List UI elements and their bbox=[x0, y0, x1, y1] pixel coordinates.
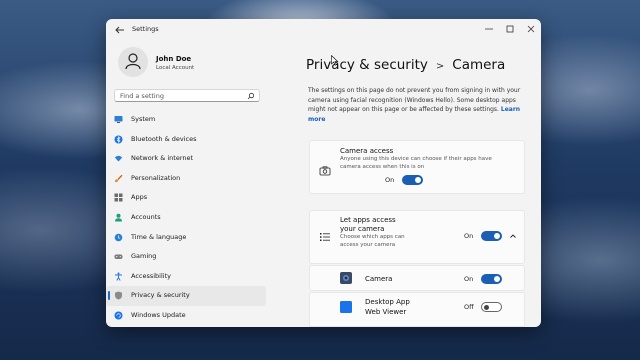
sidebar-item-personalization[interactable]: Personalization bbox=[106, 169, 268, 189]
sidebar-item-label: System bbox=[131, 115, 156, 123]
back-arrow-icon[interactable] bbox=[114, 24, 126, 36]
camera-access-state: On bbox=[385, 176, 395, 184]
sidebar-item-label: Time & language bbox=[131, 232, 187, 241]
mouse-cursor-icon bbox=[331, 55, 339, 66]
shield-icon bbox=[115, 291, 122, 300]
app-row-desktop-web-viewer: Desktop App Web Viewer Off bbox=[309, 292, 525, 327]
sidebar-item-bluetooth[interactable]: Bluetooth & devices bbox=[106, 130, 268, 150]
camera-access-card: Camera access Anyone using this device c… bbox=[309, 140, 525, 194]
avatar[interactable] bbox=[118, 47, 148, 77]
breadcrumb-separator: > bbox=[435, 61, 445, 72]
desktop-web-viewer-toggle[interactable] bbox=[481, 302, 502, 312]
user-icon bbox=[125, 53, 141, 70]
user-name: John Doe bbox=[156, 55, 192, 63]
sidebar-item-label: Windows Update bbox=[131, 310, 186, 319]
let-apps-access-card[interactable]: Let apps access your camera Choose which… bbox=[309, 210, 525, 264]
list-settings-icon bbox=[320, 233, 330, 241]
bluetooth-icon bbox=[114, 135, 123, 144]
sidebar-item-system[interactable]: System bbox=[106, 110, 268, 130]
toggle-knob bbox=[494, 276, 500, 282]
maximize-icon bbox=[506, 25, 514, 33]
camera-access-title: Camera access bbox=[340, 147, 394, 155]
app-state: On bbox=[464, 275, 474, 283]
title-bar: Settings bbox=[106, 19, 541, 41]
let-apps-toggle[interactable] bbox=[481, 231, 502, 241]
camera-access-toggle[interactable] bbox=[402, 175, 423, 185]
brush-icon bbox=[115, 174, 123, 182]
sidebar-item-time-language[interactable]: Time & language bbox=[106, 228, 268, 248]
let-apps-subtitle: Choose which apps can access your camera bbox=[340, 234, 405, 248]
toggle-knob bbox=[484, 304, 489, 310]
gamepad-icon bbox=[114, 254, 123, 260]
accessibility-icon bbox=[115, 272, 122, 281]
search-placeholder: Find a setting bbox=[120, 92, 164, 100]
let-apps-state: On bbox=[464, 232, 474, 240]
globe-clock-icon bbox=[114, 233, 123, 241]
sidebar-item-privacy-security[interactable]: Privacy & security bbox=[106, 286, 266, 306]
camera-icon bbox=[319, 166, 331, 176]
sidebar-item-label: Gaming bbox=[131, 252, 157, 261]
camera-access-subtitle: Anyone using this device can choose if t… bbox=[340, 156, 492, 170]
camera-app-toggle[interactable] bbox=[481, 274, 502, 284]
app-state: Off bbox=[464, 303, 474, 311]
sidebar-item-accessibility[interactable]: Accessibility bbox=[106, 267, 268, 287]
close-icon bbox=[527, 25, 535, 33]
monitor-icon bbox=[114, 116, 123, 123]
maximize-button[interactable] bbox=[499, 22, 521, 36]
app-name: Desktop App Web Viewer bbox=[365, 298, 410, 316]
search-input[interactable]: Find a setting bbox=[114, 89, 260, 102]
sidebar-nav: System Bluetooth & devices Network & int… bbox=[106, 110, 268, 326]
chevron-up-icon[interactable] bbox=[509, 232, 517, 240]
app-name: Camera bbox=[365, 275, 393, 283]
settings-window: Settings John Doe Local Account Find a s… bbox=[106, 19, 541, 327]
minimize-icon bbox=[485, 28, 493, 30]
page-description: The settings on this page do not prevent… bbox=[308, 86, 530, 124]
wifi-icon bbox=[114, 155, 123, 162]
sidebar-item-label: Privacy & security bbox=[131, 291, 190, 300]
sidebar-item-network[interactable]: Network & internet bbox=[106, 149, 268, 169]
toggle-knob bbox=[494, 233, 500, 239]
account-type: Local Account bbox=[156, 65, 195, 71]
sidebar-item-label: Accessibility bbox=[131, 271, 171, 280]
update-icon bbox=[114, 311, 123, 320]
app-placeholder-icon bbox=[340, 301, 352, 313]
sidebar-item-apps[interactable]: Apps bbox=[106, 188, 268, 208]
close-button[interactable] bbox=[520, 22, 541, 36]
sidebar-item-label: Bluetooth & devices bbox=[131, 134, 197, 143]
sidebar-item-label: Personalization bbox=[131, 173, 181, 182]
let-apps-title: Let apps access your camera bbox=[340, 216, 396, 233]
search-icon bbox=[247, 92, 255, 100]
breadcrumb-parent[interactable]: Privacy & security bbox=[306, 57, 428, 73]
sidebar-item-label: Apps bbox=[131, 193, 148, 202]
sidebar-item-accounts[interactable]: Accounts bbox=[106, 208, 268, 228]
camera-app-icon bbox=[340, 272, 352, 284]
description-text: The settings on this page do not prevent… bbox=[308, 87, 521, 114]
app-title: Settings bbox=[132, 25, 159, 33]
page-title: Camera bbox=[452, 57, 506, 73]
sidebar-item-gaming[interactable]: Gaming bbox=[106, 247, 268, 267]
sidebar-item-label: Accounts bbox=[131, 212, 161, 221]
minimize-button[interactable] bbox=[478, 22, 500, 36]
app-row-camera: Camera On bbox=[309, 265, 525, 291]
sidebar-item-windows-update[interactable]: Windows Update bbox=[106, 306, 268, 326]
sidebar-item-label: Network & internet bbox=[131, 154, 194, 163]
apps-icon bbox=[114, 193, 123, 202]
person-icon bbox=[115, 213, 122, 222]
toggle-knob bbox=[415, 177, 421, 183]
